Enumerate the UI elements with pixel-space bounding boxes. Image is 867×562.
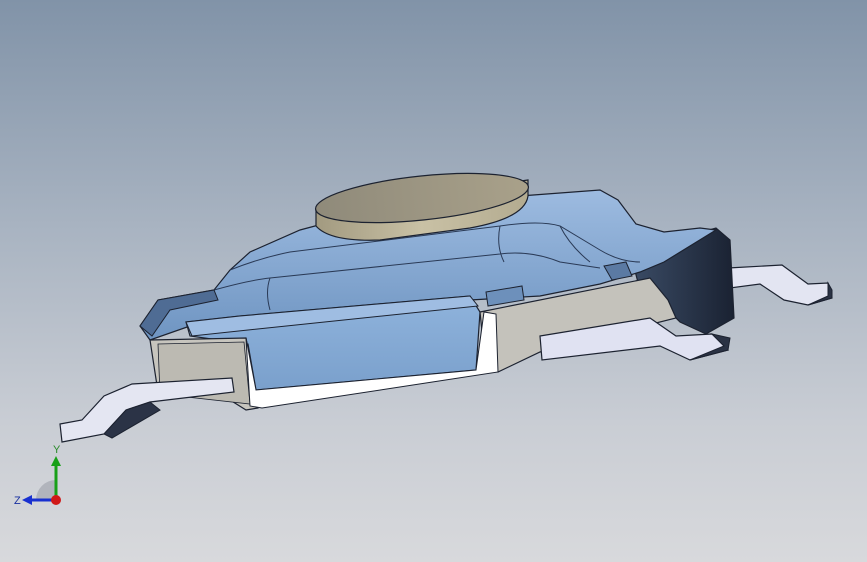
y-axis-arrow <box>51 456 61 466</box>
tactile-switch-3d-model[interactable] <box>0 0 867 562</box>
x-axis-dot <box>51 495 61 505</box>
graphics-viewport[interactable]: Y Z <box>0 0 867 562</box>
z-axis-arrow <box>22 495 32 505</box>
z-axis-label: Z <box>14 495 21 507</box>
y-axis-label: Y <box>53 444 61 456</box>
lead-rear-right <box>727 264 833 306</box>
coordinate-triad: Y Z <box>14 444 61 507</box>
